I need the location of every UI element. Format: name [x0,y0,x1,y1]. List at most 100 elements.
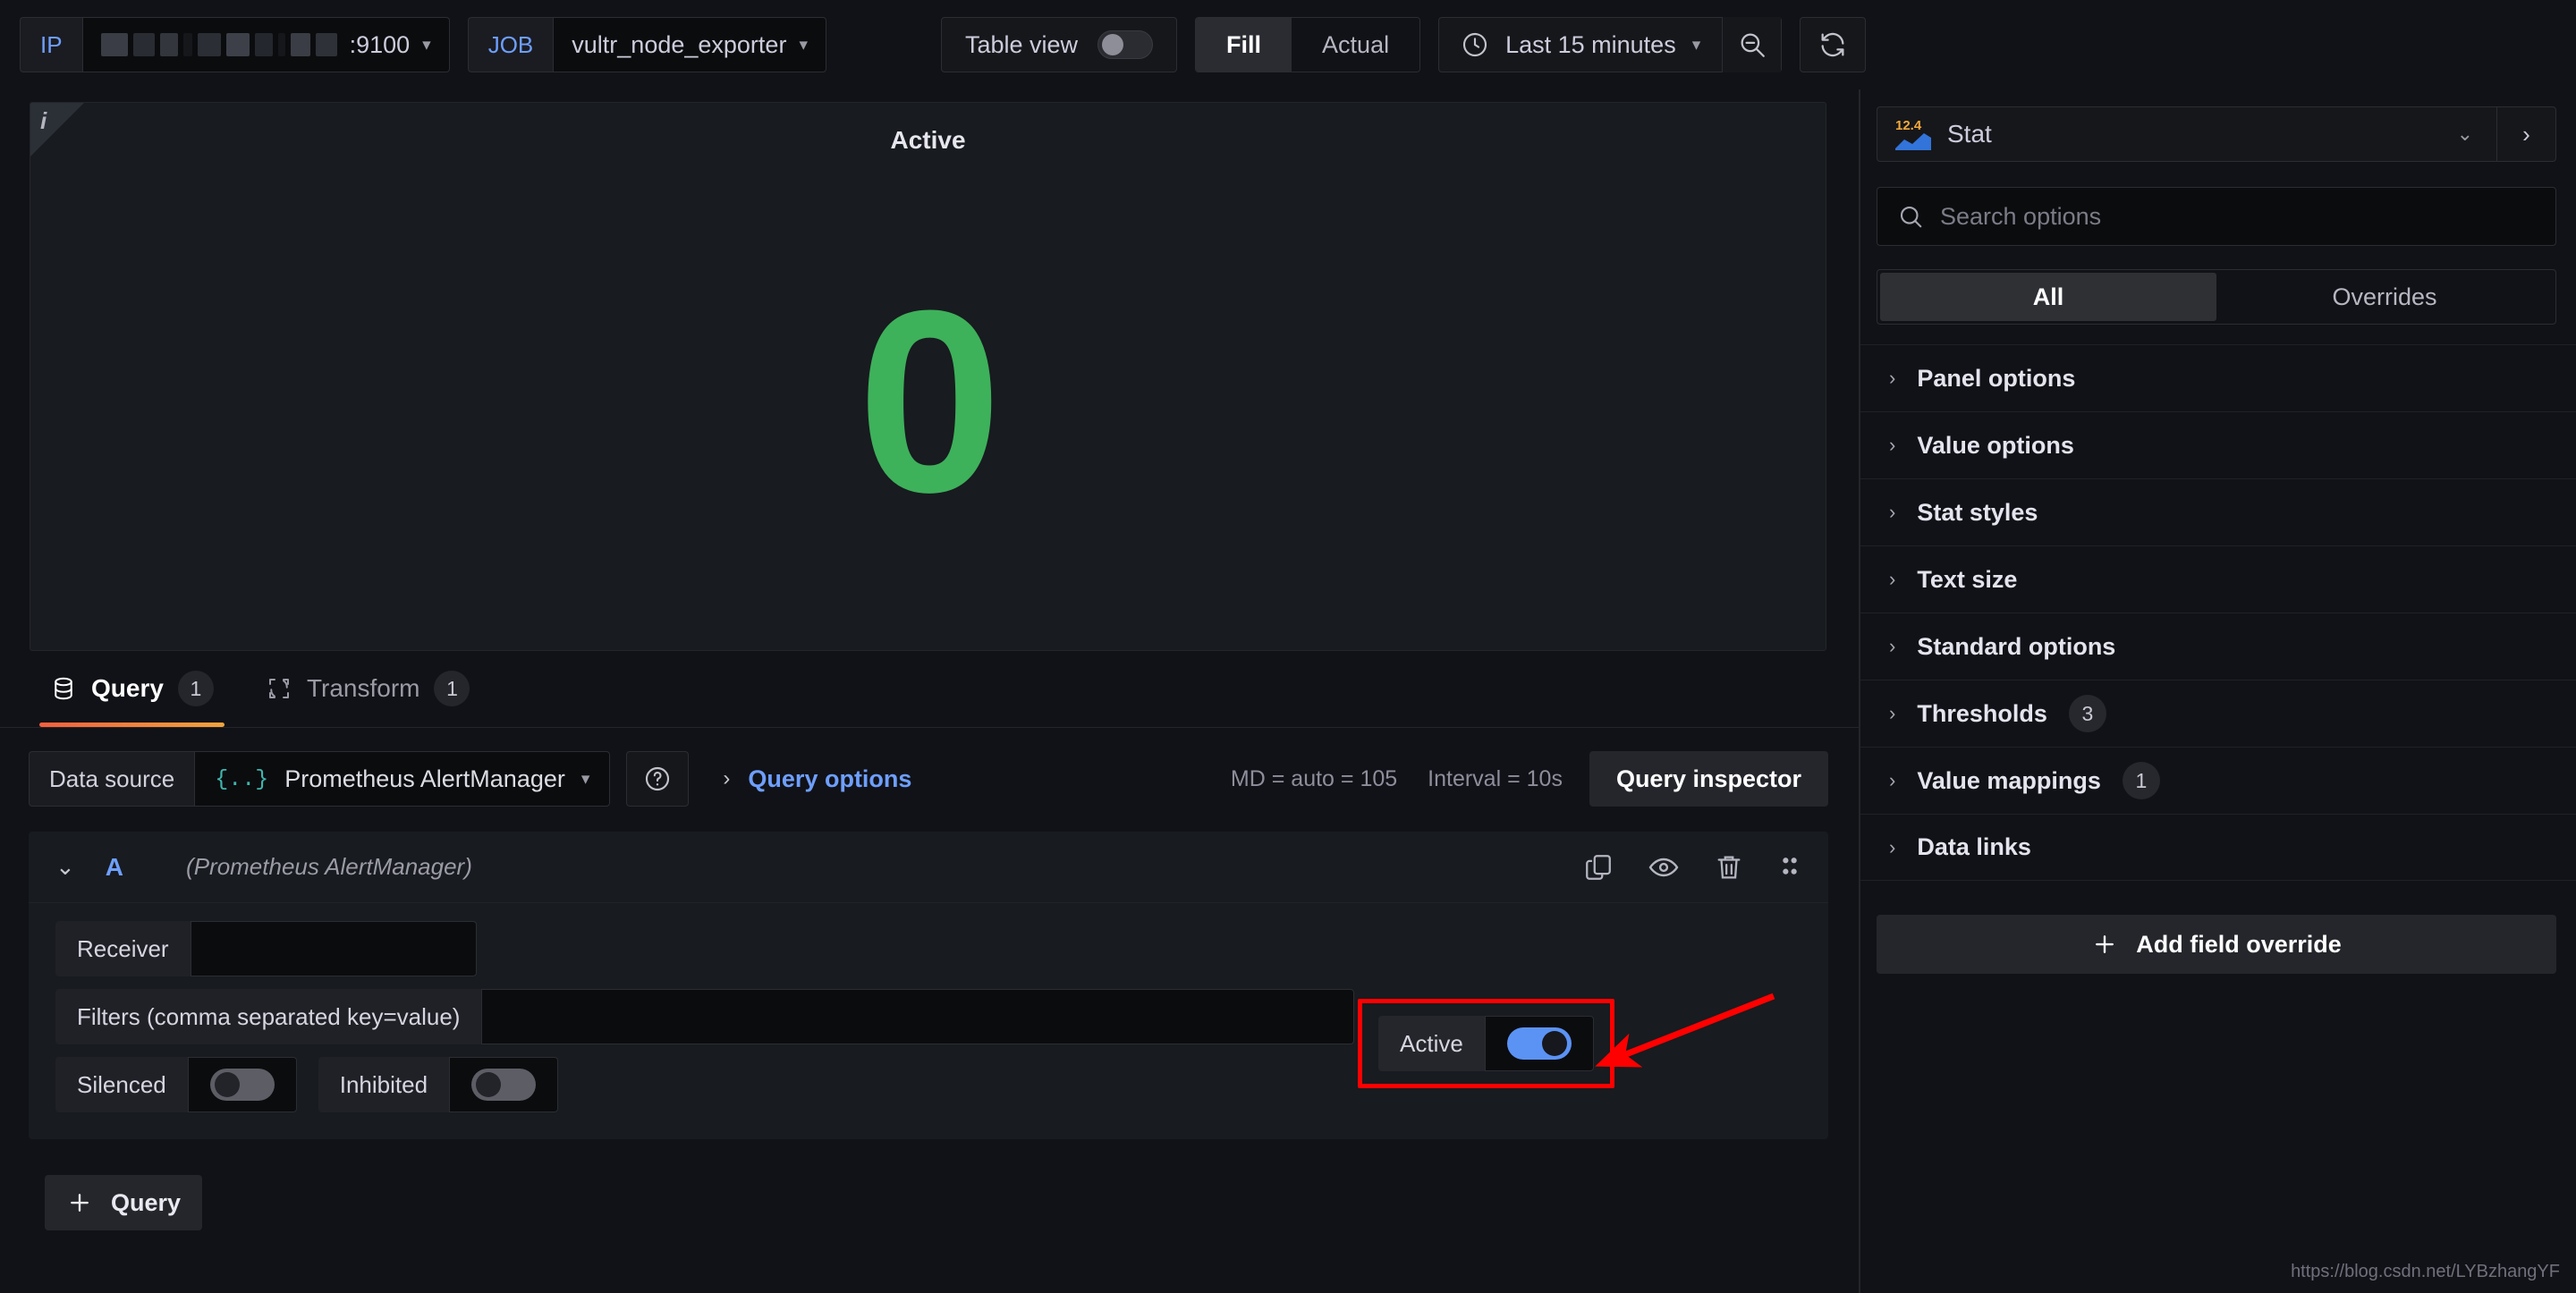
max-data-points: MD = auto = 105 [1230,765,1398,791]
tab-transform-label: Transform [306,674,420,702]
time-range-button[interactable]: Last 15 minutes [1439,30,1722,59]
left-column: i Active 0 Query 1 Transform 1 Data sour… [0,89,1860,1293]
section-thresholds[interactable]: › Thresholds 3 [1860,680,2576,747]
chevron-down-icon [1692,37,1701,54]
section-stat-styles[interactable]: › Stat styles [1860,478,2576,545]
section-badge: 1 [2122,762,2160,799]
clock-icon [1463,32,1487,57]
chevron-down-icon[interactable]: ⌄ [2434,123,2496,146]
section-label: Stat styles [1917,498,2038,526]
datasource-row: Data source {..} Prometheus AlertManager [0,728,1859,826]
tab-transform[interactable]: Transform 1 [242,650,494,727]
refresh-button[interactable] [1800,17,1867,72]
silenced-switch[interactable] [209,1069,275,1101]
add-field-override-button[interactable]: Add field override [1877,915,2556,974]
section-label: Data links [1917,833,2031,860]
query-inspector-button[interactable]: Query inspector [1589,751,1828,807]
section-standard-options[interactable]: › Standard options [1860,613,2576,680]
query-options-toggle[interactable]: › Query options [716,751,919,807]
add-query-button[interactable]: Query [45,1175,202,1230]
chevron-down-icon[interactable]: ⌄ [55,853,75,881]
drag-handle-icon[interactable] [1778,852,1801,883]
visualization-picker[interactable]: 12.4 Stat ⌄ › [1877,106,2556,162]
datasource-help-button[interactable] [626,751,690,807]
query-row-header: ⌄ A (Prometheus AlertManager) [29,832,1828,903]
variable-ip-select[interactable]: :9100 [81,17,450,72]
corner-triangle-icon [30,103,84,156]
datasource-value: Prometheus AlertManager [284,765,565,792]
section-data-links[interactable]: › Data links [1860,814,2576,881]
datasource-select[interactable]: {..} Prometheus AlertManager [194,751,611,807]
plus-icon [66,1189,93,1216]
search-options-input[interactable] [1940,202,2536,231]
section-value-options[interactable]: › Value options [1860,411,2576,478]
chevron-right-icon: › [1889,367,1896,389]
trash-icon[interactable] [1714,852,1744,883]
filters-input[interactable] [481,989,1354,1044]
filter-tab-overrides[interactable]: Overrides [2216,273,2553,321]
options-sections: › Panel options › Value options › Stat s… [1860,344,2576,881]
inhibited-toggle[interactable] [449,1057,559,1112]
add-query-label: Query [110,1188,182,1216]
chevron-right-icon: › [1889,568,1896,590]
panel-info-corner[interactable]: i [30,103,86,158]
variable-job-select[interactable]: vultr_node_exporter [553,17,826,72]
section-text-size[interactable]: › Text size [1860,545,2576,613]
section-label: Value mappings [1917,766,2101,794]
eye-icon[interactable] [1648,851,1680,883]
query-row-a: ⌄ A (Prometheus AlertManager) Receiver F… [29,832,1828,1139]
silenced-toggle[interactable] [187,1057,297,1112]
silenced-label: Silenced [55,1057,188,1112]
tab-transform-count: 1 [434,671,470,706]
query-row-actions [1583,851,1801,883]
field-inhibited: Inhibited [318,1057,559,1112]
editor-body: i Active 0 Query 1 Transform 1 Data sour… [0,89,2576,1293]
section-label: Thresholds [1917,699,2047,727]
section-label: Text size [1917,565,2018,593]
search-icon [1897,203,1924,230]
section-value-mappings[interactable]: › Value mappings 1 [1860,747,2576,814]
question-circle-icon [646,766,670,791]
inhibited-switch[interactable] [471,1069,537,1101]
filters-label: Filters (comma separated key=value) [55,989,482,1044]
table-view-toggle[interactable]: Table view [940,17,1178,72]
editor-tabs: Query 1 Transform 1 [0,651,1859,728]
interval-value: Interval = 10s [1428,765,1563,791]
section-label: Standard options [1917,632,2116,660]
collapse-pane-button[interactable]: › [2496,107,2555,161]
plus-icon [2091,931,2118,958]
top-toolbar: IP :9100 JOB vultr_node_exporter [0,0,2576,89]
time-range-picker[interactable]: Last 15 minutes [1438,17,1783,72]
active-toggle[interactable] [1484,1016,1594,1071]
active-field-highlighted: Active [1358,999,1614,1088]
zoom-out-button[interactable] [1722,17,1782,72]
receiver-label: Receiver [55,921,191,976]
copy-icon[interactable] [1583,852,1614,883]
stat-panel[interactable]: i Active 0 [30,102,1826,651]
receiver-input[interactable] [190,921,477,976]
variable-ip: IP :9100 [20,17,450,72]
tab-query[interactable]: Query 1 [27,650,237,727]
visualization-name: Stat [1947,120,1992,148]
query-options-meta: MD = auto = 105 Interval = 10s [1231,766,1563,792]
section-label: Panel options [1917,364,2076,392]
field-silenced: Silenced [55,1057,297,1112]
chevron-right-icon: › [1889,769,1896,791]
transform-icon [268,679,289,698]
field-receiver: Receiver [55,921,1801,976]
search-options-field[interactable] [1877,187,2556,246]
add-field-override-label: Add field override [2136,930,2342,958]
filter-tab-all[interactable]: All [1880,273,2216,321]
chevron-down-icon [422,37,431,54]
fit-mode-fill[interactable]: Fill [1196,18,1292,72]
active-switch[interactable] [1506,1027,1572,1060]
watermark-text: https://blog.csdn.net/LYBzhangYF [2291,1262,2560,1281]
fit-mode-actual[interactable]: Actual [1292,18,1420,72]
query-ref-id[interactable]: A [106,853,123,882]
section-panel-options[interactable]: › Panel options [1860,344,2576,411]
table-view-switch[interactable] [1097,30,1154,59]
section-label: Value options [1917,431,2074,459]
datasource-label: Data source [29,751,195,807]
stat-value-container: 0 [30,155,1826,650]
options-filter-tabs: All Overrides [1877,269,2556,325]
